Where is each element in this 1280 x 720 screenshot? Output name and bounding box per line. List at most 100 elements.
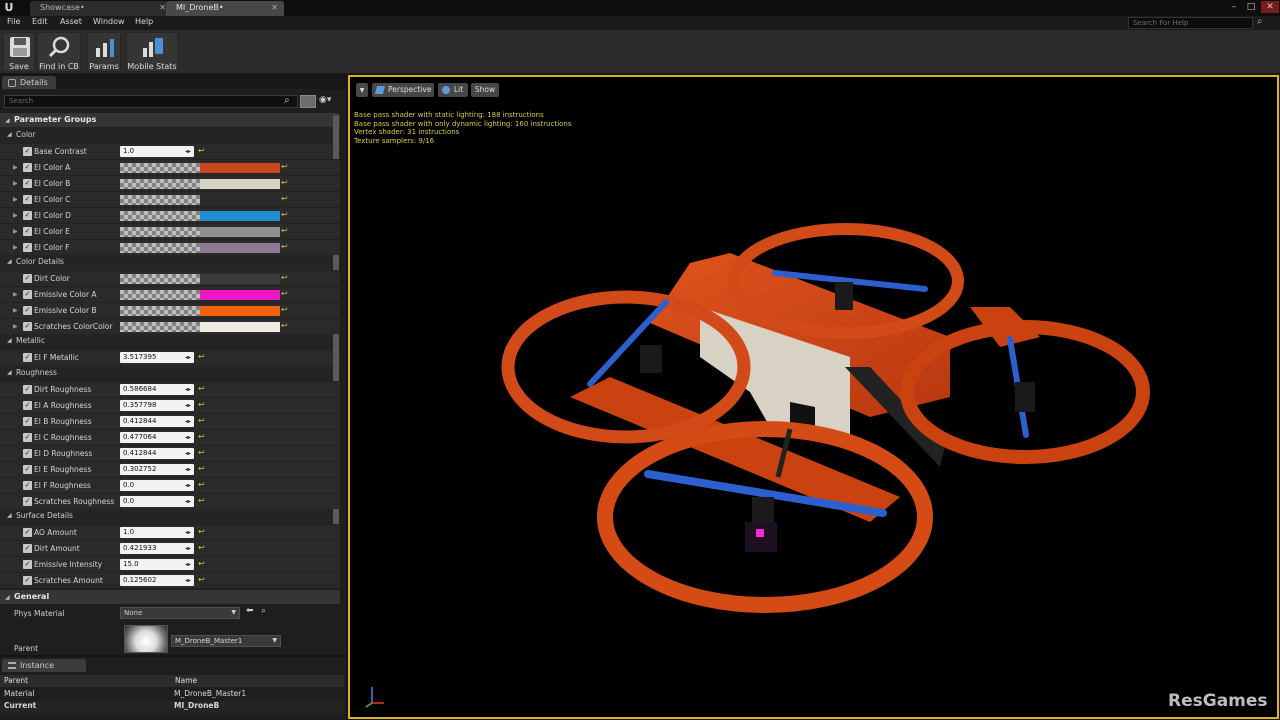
collapse-arrow-icon[interactable]: ◢ [7, 508, 12, 524]
value-field[interactable]: 3.517395 ◂▸ [120, 352, 194, 363]
collapse-arrow-icon[interactable]: ◢ [7, 127, 12, 143]
value-field[interactable]: 0.0 ◂▸ [120, 480, 194, 491]
checkbox[interactable]: ✓ [23, 227, 32, 236]
expand-arrow-icon[interactable]: ▶ [13, 291, 18, 298]
spinner-icon[interactable]: ◂▸ [185, 448, 191, 459]
spinner-icon[interactable]: ◂▸ [185, 543, 191, 554]
parent-dropdown[interactable]: M_DroneB_Master1 ▼ [171, 635, 281, 647]
spinner-icon[interactable]: ◂▸ [185, 146, 191, 157]
expand-arrow-icon[interactable]: ▶ [13, 307, 18, 314]
reset-icon[interactable]: ↩ [198, 543, 205, 552]
color-swatch[interactable] [120, 179, 280, 189]
collapse-arrow-icon[interactable]: ◢ [5, 114, 10, 128]
value-field[interactable]: 0.0 ◂▸ [120, 496, 194, 507]
value-field[interactable]: 0.357798 ◂▸ [120, 400, 194, 411]
spinner-icon[interactable]: ◂▸ [185, 384, 191, 395]
reset-icon[interactable]: ↩ [198, 384, 205, 393]
reset-icon[interactable]: ↩ [281, 178, 288, 187]
reset-icon[interactable]: ↩ [198, 559, 205, 568]
checkbox[interactable]: ✓ [23, 163, 32, 172]
checkbox[interactable]: ✓ [23, 211, 32, 220]
menu-help[interactable]: Help [135, 17, 153, 26]
value-field[interactable]: 0.412844 ◂▸ [120, 416, 194, 427]
params-button[interactable]: Params [87, 32, 121, 72]
tab-instance-parents[interactable]: Instance Parents [2, 659, 86, 683]
expand-arrow-icon[interactable]: ▶ [13, 196, 18, 203]
value-field[interactable]: 1.0 ◂▸ [120, 146, 194, 157]
tab-mi-droneb[interactable]: MI_DroneB• ✕ [166, 1, 284, 16]
spinner-icon[interactable]: ◂▸ [185, 432, 191, 443]
expand-arrow-icon[interactable]: ▶ [13, 323, 18, 330]
eye-icon[interactable]: ◉▾ [319, 95, 331, 105]
parameter-groups-header[interactable]: ◢ Parameter Groups [0, 113, 340, 127]
reset-icon[interactable]: ↩ [281, 226, 288, 235]
find-in-cb-button[interactable]: Find in CB [37, 32, 81, 72]
spinner-icon[interactable]: ◂▸ [185, 416, 191, 427]
group-color-details[interactable]: ◢ Color Details [0, 254, 340, 270]
checkbox[interactable]: ✓ [23, 274, 32, 283]
viewport[interactable]: ▼ Perspective Lit Show Base pass shader … [348, 75, 1279, 719]
menu-edit[interactable]: Edit [32, 17, 48, 26]
checkbox[interactable]: ✓ [23, 290, 32, 299]
checkbox[interactable]: ✓ [23, 449, 32, 458]
table-row[interactable]: Current MI_DroneB [0, 701, 344, 713]
help-search-input[interactable]: Search For Help [1128, 17, 1253, 29]
column-header-parent[interactable]: Parent [4, 676, 28, 685]
color-swatch[interactable] [120, 243, 280, 253]
expand-arrow-icon[interactable]: ▶ [13, 180, 18, 187]
phys-material-dropdown[interactable]: None ▼ [120, 607, 240, 619]
minimize-icon[interactable]: – [1226, 1, 1242, 13]
browse-magnifier-icon[interactable]: ⌕ [261, 606, 266, 616]
group-roughness[interactable]: ◢ Roughness [0, 365, 340, 381]
value-field[interactable]: 1.0 ◂▸ [120, 527, 194, 538]
spinner-icon[interactable]: ◂▸ [185, 400, 191, 411]
value-field[interactable]: 15.0 ◂▸ [120, 559, 194, 570]
reset-icon[interactable]: ↩ [281, 210, 288, 219]
value-field[interactable]: 0.586684 ◂▸ [120, 384, 194, 395]
column-header-name[interactable]: Name [175, 676, 197, 685]
reset-icon[interactable]: ↩ [198, 464, 205, 473]
spinner-icon[interactable]: ◂▸ [185, 352, 191, 363]
general-header[interactable]: ◢ General [0, 590, 340, 604]
value-field[interactable]: 0.302752 ◂▸ [120, 464, 194, 475]
checkbox[interactable]: ✓ [23, 481, 32, 490]
checkbox[interactable]: ✓ [23, 560, 32, 569]
search-icon[interactable]: ⌕ [284, 95, 290, 106]
tab-details[interactable]: Details [2, 76, 56, 89]
color-swatch[interactable] [120, 195, 280, 205]
collapse-arrow-icon[interactable]: ◢ [7, 333, 12, 349]
menu-asset[interactable]: Asset [60, 17, 82, 26]
color-swatch[interactable] [120, 306, 280, 316]
reset-icon[interactable]: ↩ [281, 273, 288, 282]
menu-file[interactable]: File [7, 17, 20, 26]
reset-icon[interactable]: ↩ [281, 289, 288, 298]
spinner-icon[interactable]: ◂▸ [185, 527, 191, 538]
expand-arrow-icon[interactable]: ▶ [13, 164, 18, 171]
expand-arrow-icon[interactable]: ▶ [13, 244, 18, 251]
color-swatch[interactable] [120, 274, 280, 284]
reset-icon[interactable]: ↩ [281, 305, 288, 314]
reset-icon[interactable]: ↩ [198, 448, 205, 457]
details-search-input[interactable]: Search [4, 95, 298, 108]
value-field[interactable]: 0.125602 ◂▸ [120, 575, 194, 586]
checkbox[interactable]: ✓ [23, 243, 32, 252]
group-metallic[interactable]: ◢ Metallic [0, 333, 340, 349]
checkbox[interactable]: ✓ [23, 497, 32, 506]
collapse-arrow-icon[interactable]: ◢ [7, 254, 12, 270]
color-swatch[interactable] [120, 227, 280, 237]
parent-material-thumbnail[interactable] [124, 625, 168, 653]
close-window-icon[interactable]: ✕ [1261, 1, 1279, 13]
checkbox[interactable]: ✓ [23, 179, 32, 188]
checkbox[interactable]: ✓ [23, 147, 32, 156]
checkbox[interactable]: ✓ [23, 195, 32, 204]
expand-arrow-icon[interactable]: ▶ [13, 228, 18, 235]
collapse-arrow-icon[interactable]: ◢ [7, 365, 12, 381]
color-swatch[interactable] [120, 163, 280, 173]
color-swatch[interactable] [120, 322, 280, 332]
checkbox[interactable]: ✓ [23, 433, 32, 442]
spinner-icon[interactable]: ◂▸ [185, 480, 191, 491]
reset-icon[interactable]: ↩ [198, 432, 205, 441]
reset-icon[interactable]: ↩ [198, 146, 205, 155]
spinner-icon[interactable]: ◂▸ [185, 575, 191, 586]
use-selected-arrow-icon[interactable]: ⬅ [246, 606, 254, 616]
